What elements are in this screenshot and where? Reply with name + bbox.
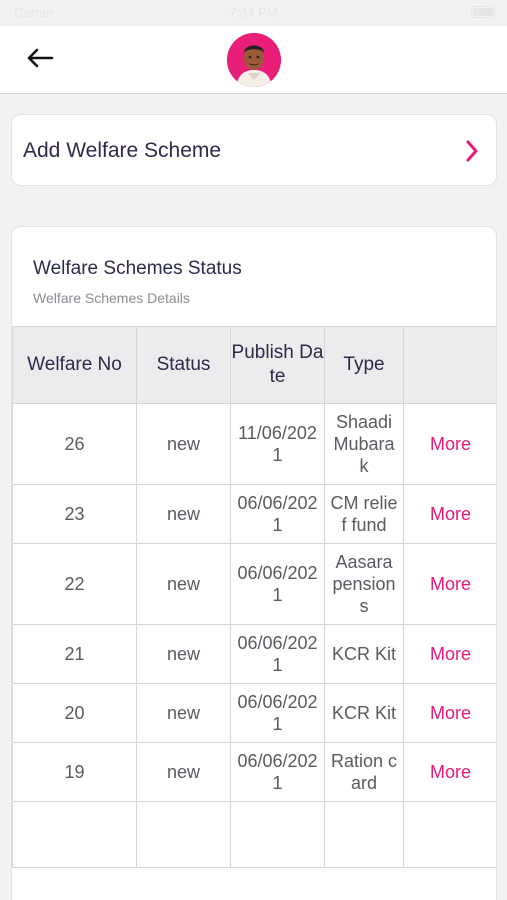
type-cell: KCR Kit xyxy=(324,624,404,684)
card-subtitle: Welfare Schemes Details xyxy=(33,290,190,306)
welfare-no-cell: 22 xyxy=(12,543,137,625)
welfare-no-cell xyxy=(12,801,137,868)
more-link[interactable]: More xyxy=(403,484,496,544)
status-cell xyxy=(136,801,231,868)
battery-icon xyxy=(471,6,495,18)
more-link[interactable]: More xyxy=(403,543,496,625)
column-header-welfare-no: Welfare No xyxy=(12,326,137,404)
column-header-publish-date: Publish Date xyxy=(230,326,325,404)
publish-date-cell: 06/06/2021 xyxy=(230,742,325,802)
status-cell: new xyxy=(136,742,231,802)
status-cell: new xyxy=(136,683,231,743)
publish-date-cell: 06/06/2021 xyxy=(230,683,325,743)
more-link[interactable] xyxy=(403,801,496,868)
welfare-no-cell: 23 xyxy=(12,484,137,544)
welfare-schemes-table: Welfare No Status Publish Date Type 26 n… xyxy=(12,326,496,868)
table-row xyxy=(12,801,496,868)
arrow-left-icon xyxy=(27,48,54,68)
table-row: 21 new 06/06/2021 KCR Kit More xyxy=(12,624,496,684)
card-title: Welfare Schemes Status xyxy=(33,258,242,279)
status-cell: new xyxy=(136,484,231,544)
welfare-no-cell: 20 xyxy=(12,683,137,743)
status-cell: new xyxy=(136,403,231,485)
more-link[interactable]: More xyxy=(403,683,496,743)
table-row: 26 new 11/06/2021 Shaadi Mubarak More xyxy=(12,403,496,485)
status-cell: new xyxy=(136,624,231,684)
table-row: 22 new 06/06/2021 Aasara pensions More xyxy=(12,543,496,625)
chevron-right-icon xyxy=(466,140,478,162)
type-cell: Ration card xyxy=(324,742,404,802)
back-button[interactable] xyxy=(22,40,58,76)
more-link[interactable]: More xyxy=(403,624,496,684)
more-link[interactable]: More xyxy=(403,403,496,485)
status-cell: new xyxy=(136,543,231,625)
welfare-no-cell: 21 xyxy=(12,624,137,684)
column-header-status: Status xyxy=(136,326,231,404)
more-link[interactable]: More xyxy=(403,742,496,802)
type-cell: Shaadi Mubarak xyxy=(324,403,404,485)
status-bar: Carrier 7:34 PM xyxy=(0,0,507,26)
publish-date-cell: 06/06/2021 xyxy=(230,624,325,684)
table-row: 23 new 06/06/2021 CM relief fund More xyxy=(12,484,496,544)
type-cell: Aasara pensions xyxy=(324,543,404,625)
publish-date-cell: 06/06/2021 xyxy=(230,543,325,625)
person-photo-icon xyxy=(227,33,281,87)
add-welfare-scheme-label: Add Welfare Scheme xyxy=(23,139,222,162)
profile-avatar[interactable] xyxy=(227,33,281,87)
type-cell: CM relief fund xyxy=(324,484,404,544)
table-row: 19 new 06/06/2021 Ration card More xyxy=(12,742,496,802)
welfare-status-card: Welfare Schemes Status Welfare Schemes D… xyxy=(11,226,497,900)
type-cell: KCR Kit xyxy=(324,683,404,743)
table-header-row: Welfare No Status Publish Date Type xyxy=(12,326,496,404)
column-header-type: Type xyxy=(324,326,404,404)
type-cell xyxy=(324,801,404,868)
add-welfare-scheme-button[interactable]: Add Welfare Scheme xyxy=(11,114,497,186)
publish-date-cell: 11/06/2021 xyxy=(230,403,325,485)
column-header-action xyxy=(403,326,496,404)
app-header xyxy=(0,26,507,94)
clock-time: 7:34 PM xyxy=(229,5,278,20)
welfare-no-cell: 26 xyxy=(12,403,137,485)
table-row: 20 new 06/06/2021 KCR Kit More xyxy=(12,683,496,743)
publish-date-cell xyxy=(230,801,325,868)
welfare-no-cell: 19 xyxy=(12,742,137,802)
publish-date-cell: 06/06/2021 xyxy=(230,484,325,544)
